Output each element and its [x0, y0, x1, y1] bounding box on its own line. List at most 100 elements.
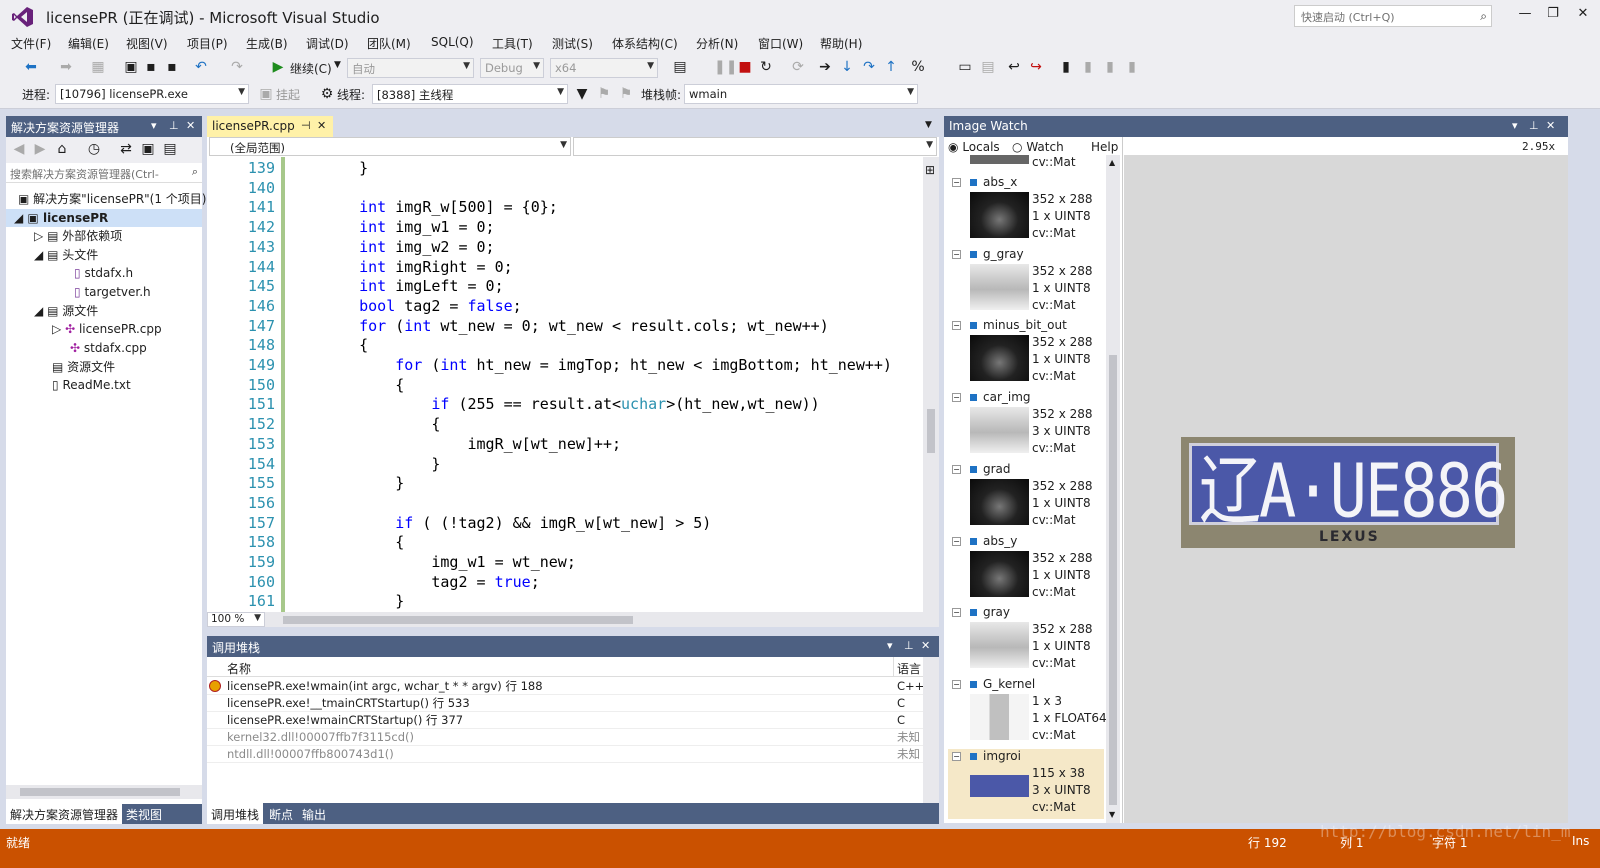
code-editor[interactable]: 139 } 140 141 int imgR_w[500] = {0}; 142 in…	[207, 157, 923, 612]
back-icon[interactable]: ⬅	[23, 59, 39, 75]
chevron-down-icon[interactable]: ▾	[887, 639, 893, 652]
collapse-icon[interactable]: −	[952, 751, 961, 761]
callstack-row[interactable]: ntdll.dll!00007ffb800743d1() 未知	[207, 746, 923, 763]
thread-combo[interactable]: [8388] 主线程 ▼	[372, 84, 568, 104]
redo-icon[interactable]: ↷	[229, 59, 245, 75]
forward-icon[interactable]: ➡	[58, 59, 74, 75]
expanded-icon[interactable]: ◢	[34, 304, 43, 318]
flag-icon[interactable]: ⚑	[596, 86, 612, 102]
menu-tools[interactable]: 工具(T)	[492, 35, 533, 52]
editor-vertical-scrollbar[interactable]: ⊞	[923, 157, 939, 612]
pin-icon[interactable]: ⊣	[301, 119, 311, 132]
column-language[interactable]: 语言	[897, 660, 921, 677]
filter-icon[interactable]: ▼	[574, 86, 590, 102]
expanded-icon[interactable]: ◢	[14, 211, 23, 225]
tree-item-stdafx-h[interactable]: ▯ stdafx.h	[74, 264, 133, 282]
menu-help[interactable]: 帮助(H)	[820, 35, 862, 52]
expanded-icon[interactable]: ◢	[34, 248, 43, 262]
collapse-icon[interactable]: −	[952, 464, 961, 474]
restart-icon[interactable]: ↻	[758, 59, 774, 75]
pin-icon[interactable]: ⊥	[904, 639, 914, 652]
minimize-button[interactable]: —	[1512, 6, 1538, 26]
scroll-down-icon[interactable]: ▼	[1109, 810, 1115, 819]
solution-search-input[interactable]: 搜索解决方案资源管理器(Ctrl- ⌕	[6, 163, 202, 183]
chevron-down-icon[interactable]: ▼	[925, 120, 932, 130]
column-name[interactable]: 名称	[227, 660, 251, 677]
horizontal-scrollbar-thumb[interactable]	[283, 616, 633, 624]
iw-item[interactable]: − gray 352 x 288 1 x UINT8 cv::Mat	[948, 605, 1104, 676]
collapse-icon[interactable]: −	[952, 393, 961, 403]
sync-icon[interactable]: ⇄	[118, 141, 134, 157]
iw-item[interactable]: − g_gray 352 x 288 1 x UINT8 cv::Mat	[948, 246, 1104, 317]
tab-output[interactable]: 输出	[302, 806, 326, 823]
image-viewer[interactable]: 辽A·UE886 LEXUS	[1124, 155, 1568, 823]
tree-item-header-files[interactable]: ◢ ▤ 头文件	[34, 246, 98, 264]
collapse-icon[interactable]: −	[952, 321, 961, 331]
quick-launch-input[interactable]: 快速启动 (Ctrl+Q) ⌕	[1294, 5, 1492, 27]
close-icon[interactable]: ✕	[1546, 119, 1555, 132]
menu-sql[interactable]: SQL(Q)	[431, 35, 474, 49]
build-config-combo[interactable]: Debug ▼	[480, 58, 544, 78]
threads-icon[interactable]: ▭	[957, 59, 973, 75]
home-icon[interactable]: ⌂	[54, 141, 70, 157]
close-icon[interactable]: ✕	[921, 639, 930, 652]
callstack-row[interactable]: kernel32.dll!00007ffb7f3115cd() 未知	[207, 729, 923, 746]
menu-view[interactable]: 视图(V)	[126, 35, 168, 52]
iw-item[interactable]: − car_img 352 x 288 3 x UINT8 cv::Mat	[948, 390, 1104, 461]
iw-item[interactable]: − abs_x 352 x 288 1 x UINT8 cv::Mat	[948, 175, 1104, 245]
show-next-statement-icon[interactable]: ➔	[817, 59, 833, 75]
chevron-down-icon[interactable]: ▾	[151, 119, 157, 132]
tab-class-view[interactable]: 类视图	[126, 806, 162, 823]
pin-icon[interactable]: ⊥	[1529, 119, 1539, 132]
split-icon[interactable]: ⊞	[925, 163, 935, 177]
menu-analyze[interactable]: 分析(N)	[696, 35, 738, 52]
undo-icon[interactable]: ↶	[193, 59, 209, 75]
scrollbar-thumb[interactable]	[927, 409, 935, 453]
collapsed-icon[interactable]: ▷	[52, 322, 61, 336]
new-project-icon[interactable]: ▦	[90, 59, 106, 75]
menu-build[interactable]: 生成(B)	[246, 35, 288, 52]
scroll-up-icon[interactable]: ▲	[1109, 158, 1115, 167]
chevron-down-icon[interactable]: ▼	[334, 60, 341, 70]
stop-icon[interactable]: ■	[737, 59, 753, 75]
help-link[interactable]: Help	[1091, 140, 1118, 154]
menu-architecture[interactable]: 体系结构(C)	[612, 35, 678, 52]
menu-team[interactable]: 团队(M)	[367, 35, 411, 52]
callstack-row[interactable]: licensePR.exe!wmain(int argc, wchar_t * …	[207, 678, 924, 695]
solution-config-combo[interactable]: 自动 ▼	[347, 58, 474, 78]
properties-icon[interactable]: ▤	[162, 141, 178, 157]
menu-debug[interactable]: 调试(D)	[306, 35, 349, 52]
suspend-button[interactable]: 挂起	[276, 86, 300, 103]
uncomment-icon[interactable]: ↪	[1028, 59, 1044, 75]
step-out-icon[interactable]: ↑	[883, 59, 899, 75]
member-combo[interactable]: ▼	[573, 137, 937, 156]
chevron-down-icon[interactable]: ▾	[1512, 119, 1518, 132]
iw-item[interactable]: − grad 352 x 288 1 x UINT8 cv::Mat	[948, 461, 1104, 532]
zoom-combo[interactable]: 100 % ▼	[207, 612, 265, 627]
scrollbar-thumb[interactable]	[20, 788, 180, 796]
close-icon[interactable]: ✕	[186, 119, 195, 132]
stackframe-combo[interactable]: wmain ▼	[684, 84, 918, 104]
horizontal-scrollbar[interactable]	[6, 785, 202, 799]
callstack-row[interactable]: licensePR.exe!__tmainCRTStartup() 行 533 C	[207, 695, 923, 712]
forward-icon[interactable]: ▶	[32, 141, 48, 157]
clear-bookmarks-icon[interactable]: ▮	[1124, 59, 1140, 75]
collapse-icon[interactable]: −	[952, 178, 961, 187]
back-icon[interactable]: ◀	[11, 141, 27, 157]
hex-display-icon[interactable]: %	[910, 59, 926, 75]
tree-item-stdafx-cpp[interactable]: ✣ stdafx.cpp	[70, 339, 147, 357]
tab-licensepr-cpp[interactable]: licensePR.cpp ⊣ ✕	[207, 116, 333, 137]
tree-item-external-deps[interactable]: ▷ ▤ 外部依赖项	[34, 227, 122, 245]
tab-breakpoints[interactable]: 断点	[269, 806, 293, 823]
callstack-scrollbar[interactable]	[923, 657, 939, 803]
collapsed-icon[interactable]: ▷	[34, 229, 43, 243]
tree-item-resource-files[interactable]: ▤ 资源文件	[52, 358, 115, 376]
history-icon[interactable]: ◷	[86, 141, 102, 157]
comment-icon[interactable]: ↩	[1006, 59, 1022, 75]
close-button[interactable]: ✕	[1570, 6, 1596, 26]
flag-all-icon[interactable]: ⚑	[618, 86, 634, 102]
menu-window[interactable]: 窗口(W)	[758, 35, 803, 52]
save-all-icon[interactable]: ▪	[164, 59, 180, 75]
locals-radio[interactable]: ◉ Locals	[948, 140, 1000, 154]
close-icon[interactable]: ✕	[317, 119, 326, 132]
